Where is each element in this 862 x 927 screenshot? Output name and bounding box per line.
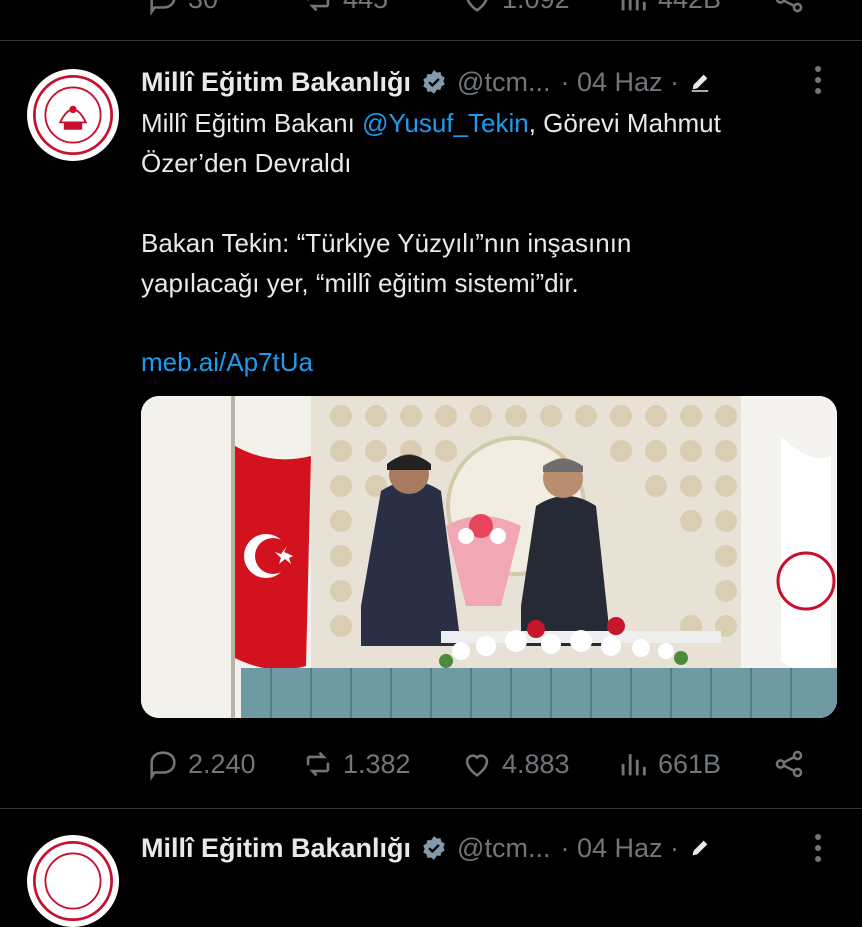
divider [0,808,862,809]
more-options-button[interactable] [806,62,830,98]
tweet-date[interactable]: · 04 Haz · [560,833,679,864]
tweet-photo[interactable] [141,396,837,718]
share-icon [775,0,803,13]
verified-badge-icon [423,836,445,860]
tweet-text: Millî Eğitim Bakanı @Yusuf_Tekin, Görevi… [141,103,831,183]
views-icon [621,0,646,11]
divider [0,40,862,41]
share-button[interactable] [772,747,806,781]
like-count: 4.883 [502,748,570,779]
retweet-icon [306,751,330,777]
views-count: 661B [658,748,722,779]
reply-count: 30 [188,0,218,15]
quote-line1: Bakan Tekin: “Türkiye Yüzyılı”nın inşası… [141,228,632,258]
avatar[interactable] [27,835,119,927]
avatar[interactable] [27,69,119,161]
tweet-link-row: meb.ai/Ap7tUa [141,342,831,382]
retweet-count: 1.382 [343,748,411,779]
like-button[interactable]: 4.883 [460,747,570,781]
views-icon [621,754,646,776]
retweet-count: 445 [343,0,388,15]
tweet-quote: Bakan Tekin: “Türkiye Yüzyılı”nın inşası… [141,223,831,303]
tweet-date[interactable]: · 04 Haz · [560,67,679,98]
share-action-top[interactable] [772,0,806,16]
heart-icon [466,0,488,12]
meb-logo-icon [28,70,118,160]
share-icon [775,750,803,778]
tweet-header: Millî Eğitim Bakanlığı @tcm... · 04 Haz … [141,64,711,100]
more-dots-icon [815,66,821,94]
quote-line2: yapılacağı yer, “millî eğitim sistemi”di… [141,268,579,298]
photo-illustration [141,396,837,718]
reply-icon [150,0,176,16]
like-action-top[interactable]: 1.092 [460,0,570,16]
text-suffix: , Görevi Mahmut [528,108,721,138]
author-handle[interactable]: @tcm... [457,833,550,864]
views-action-top[interactable]: 442B [616,0,721,16]
retweet-icon [306,0,330,12]
more-dots-icon [815,834,821,862]
text-prefix: Millî Eğitim Bakanı [141,108,363,138]
retweet-button[interactable]: 1.382 [301,747,411,781]
text-line2: Özer’den Devraldı [141,148,352,178]
author-name[interactable]: Millî Eğitim Bakanlığı [141,67,411,98]
reply-action-top[interactable]: 30 [146,0,218,16]
heart-icon [465,754,489,777]
reply-icon [150,751,176,781]
views-count: 442B [658,0,721,15]
like-count: 1.092 [502,0,570,15]
verified-badge-icon [423,70,445,94]
mention-link[interactable]: @Yusuf_Tekin [362,108,529,138]
meb-logo-icon [28,836,118,926]
reply-button[interactable]: 2.240 [146,747,256,781]
more-options-button[interactable] [806,830,830,863]
retweet-action-top[interactable]: 445 [301,0,388,16]
edit-pencil-icon [692,840,708,856]
author-name[interactable]: Millî Eğitim Bakanlığı [141,833,411,864]
tweet-link[interactable]: meb.ai/Ap7tUa [141,347,313,377]
reply-count: 2.240 [188,748,256,779]
edit-pencil-icon [691,74,709,92]
author-handle[interactable]: @tcm... [457,67,550,98]
views-button[interactable]: 661B [616,747,721,781]
next-tweet-header: Millî Eğitim Bakanlığı @tcm... · 04 Haz … [141,830,711,866]
